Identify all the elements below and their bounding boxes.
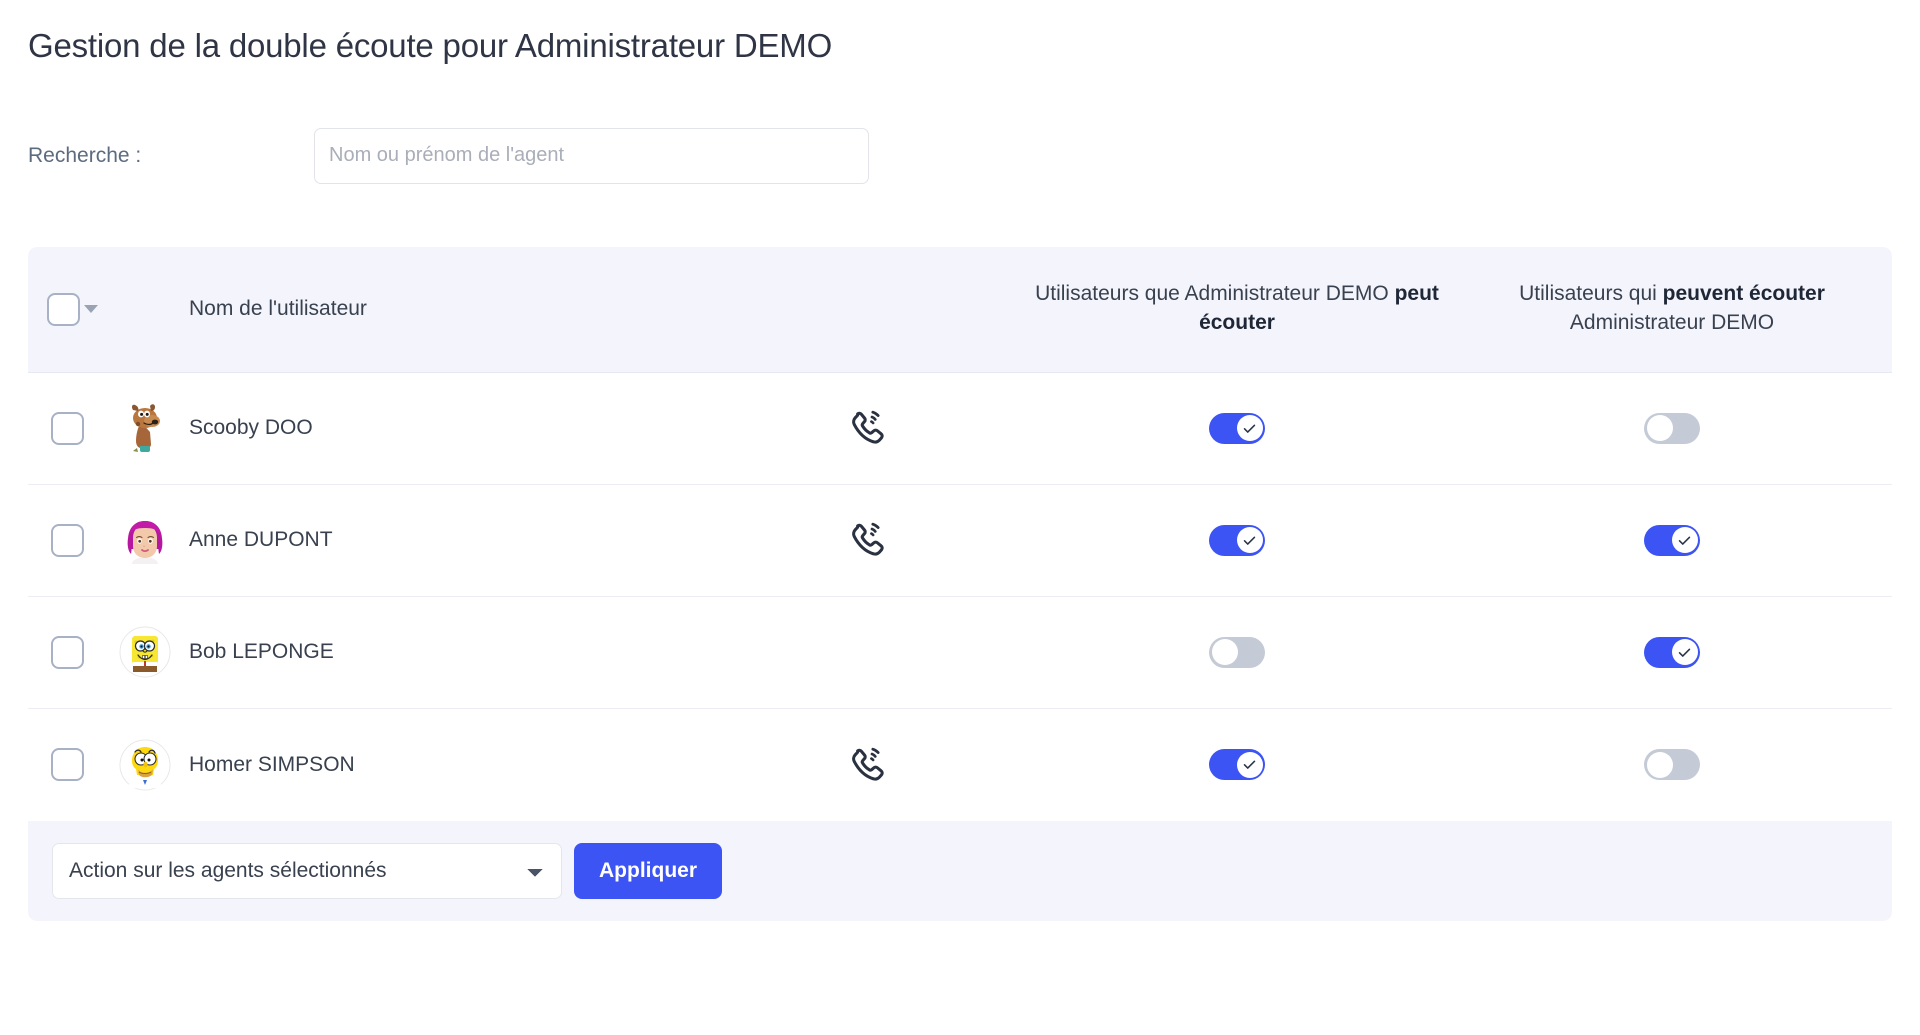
- row-checkbox[interactable]: [50, 748, 84, 782]
- row-select-cell: [28, 523, 106, 557]
- search-row: Recherche :: [28, 127, 1892, 184]
- avatar: [106, 514, 184, 566]
- can-listen-toggle[interactable]: [1209, 749, 1265, 781]
- phone-ringing-icon[interactable]: [846, 744, 888, 786]
- row-select-cell: [28, 748, 106, 782]
- select-all-cell: [28, 292, 106, 326]
- bulk-action-select[interactable]: Action sur les agents sélectionnés: [52, 842, 562, 899]
- toggle-knob: [1671, 527, 1698, 554]
- toggle-knob: [1646, 751, 1673, 778]
- table-row: Anne DUPONT: [28, 484, 1892, 597]
- phone-cell: [712, 744, 1022, 786]
- table-row: Bob LEPONGE: [28, 596, 1892, 709]
- listened-by-cell: [1452, 412, 1892, 444]
- row-checkbox[interactable]: [50, 411, 84, 445]
- listened-by-bold: peuvent écouter: [1662, 282, 1825, 306]
- users-table: Nom de l'utilisateur Utilisateurs que Ad…: [28, 246, 1892, 921]
- listened-by-toggle[interactable]: [1644, 412, 1700, 444]
- user-name: Scooby DOO: [189, 416, 313, 440]
- search-input[interactable]: [314, 127, 869, 184]
- phone-cell: [712, 407, 1022, 449]
- apply-button[interactable]: Appliquer: [574, 842, 722, 899]
- toggle-knob: [1646, 415, 1673, 442]
- row-select-cell: [28, 411, 106, 445]
- listened-by-suffix: Administrateur DEMO: [1569, 311, 1775, 335]
- check-icon: [1243, 536, 1256, 545]
- can-listen-toggle[interactable]: [1209, 412, 1265, 444]
- user-name: Anne DUPONT: [189, 528, 333, 552]
- phone-ringing-icon[interactable]: [846, 407, 888, 449]
- user-name: Homer SIMPSON: [189, 752, 355, 776]
- check-icon: [1678, 536, 1691, 545]
- table-row: Homer SIMPSON: [28, 708, 1892, 821]
- can-listen-cell: [1022, 524, 1452, 556]
- toggle-knob: [1236, 527, 1263, 554]
- listened-by-cell: [1452, 524, 1892, 556]
- avatar: [106, 402, 184, 454]
- listened-by-toggle[interactable]: [1644, 524, 1700, 556]
- row-checkbox[interactable]: [50, 635, 84, 669]
- avatar: [106, 739, 184, 791]
- listened-by-prefix: Utilisateurs qui: [1519, 282, 1663, 306]
- check-icon: [1243, 424, 1256, 433]
- can-listen-toggle[interactable]: [1209, 636, 1265, 668]
- column-header-can-listen: Utilisateurs que Administrateur DEMO peu…: [1022, 280, 1452, 338]
- can-listen-cell: [1022, 636, 1452, 668]
- listened-by-cell: [1452, 749, 1892, 781]
- page-title: Gestion de la double écoute pour Adminis…: [28, 27, 833, 64]
- can-listen-cell: [1022, 749, 1452, 781]
- listened-by-toggle[interactable]: [1644, 749, 1700, 781]
- phone-ringing-icon[interactable]: [846, 519, 888, 561]
- search-label: Recherche :: [28, 143, 142, 167]
- table-header-row: Nom de l'utilisateur Utilisateurs que Ad…: [28, 246, 1892, 373]
- table-row: Scooby DOO: [28, 372, 1892, 485]
- column-header-name: Nom de l'utilisateur: [189, 297, 367, 321]
- column-header-listened-by: Utilisateurs qui peuvent écouter Adminis…: [1452, 280, 1892, 338]
- check-icon: [1678, 648, 1691, 657]
- can-listen-toggle[interactable]: [1209, 524, 1265, 556]
- row-checkbox[interactable]: [50, 523, 84, 557]
- select-all-checkbox[interactable]: [46, 292, 80, 326]
- table-footer-actions: Action sur les agents sélectionnés Appli…: [28, 820, 1892, 921]
- toggle-knob: [1236, 751, 1263, 778]
- can-listen-prefix: Utilisateurs que Administrateur DEMO: [1035, 282, 1395, 306]
- toggle-knob: [1211, 639, 1238, 666]
- user-name: Bob LEPONGE: [189, 640, 334, 664]
- listened-by-toggle[interactable]: [1644, 636, 1700, 668]
- check-icon: [1243, 760, 1256, 769]
- row-select-cell: [28, 635, 106, 669]
- phone-cell: [712, 519, 1022, 561]
- can-listen-cell: [1022, 412, 1452, 444]
- listened-by-cell: [1452, 636, 1892, 668]
- double-listen-management-page: Gestion de la double écoute pour Adminis…: [0, 0, 1920, 921]
- avatar: [106, 626, 184, 678]
- chevron-down-icon[interactable]: [83, 305, 98, 314]
- toggle-knob: [1236, 415, 1263, 442]
- toggle-knob: [1671, 639, 1698, 666]
- table-body: Scooby DOO Anne DUPONT Bob LEPONGE Homer…: [28, 372, 1892, 821]
